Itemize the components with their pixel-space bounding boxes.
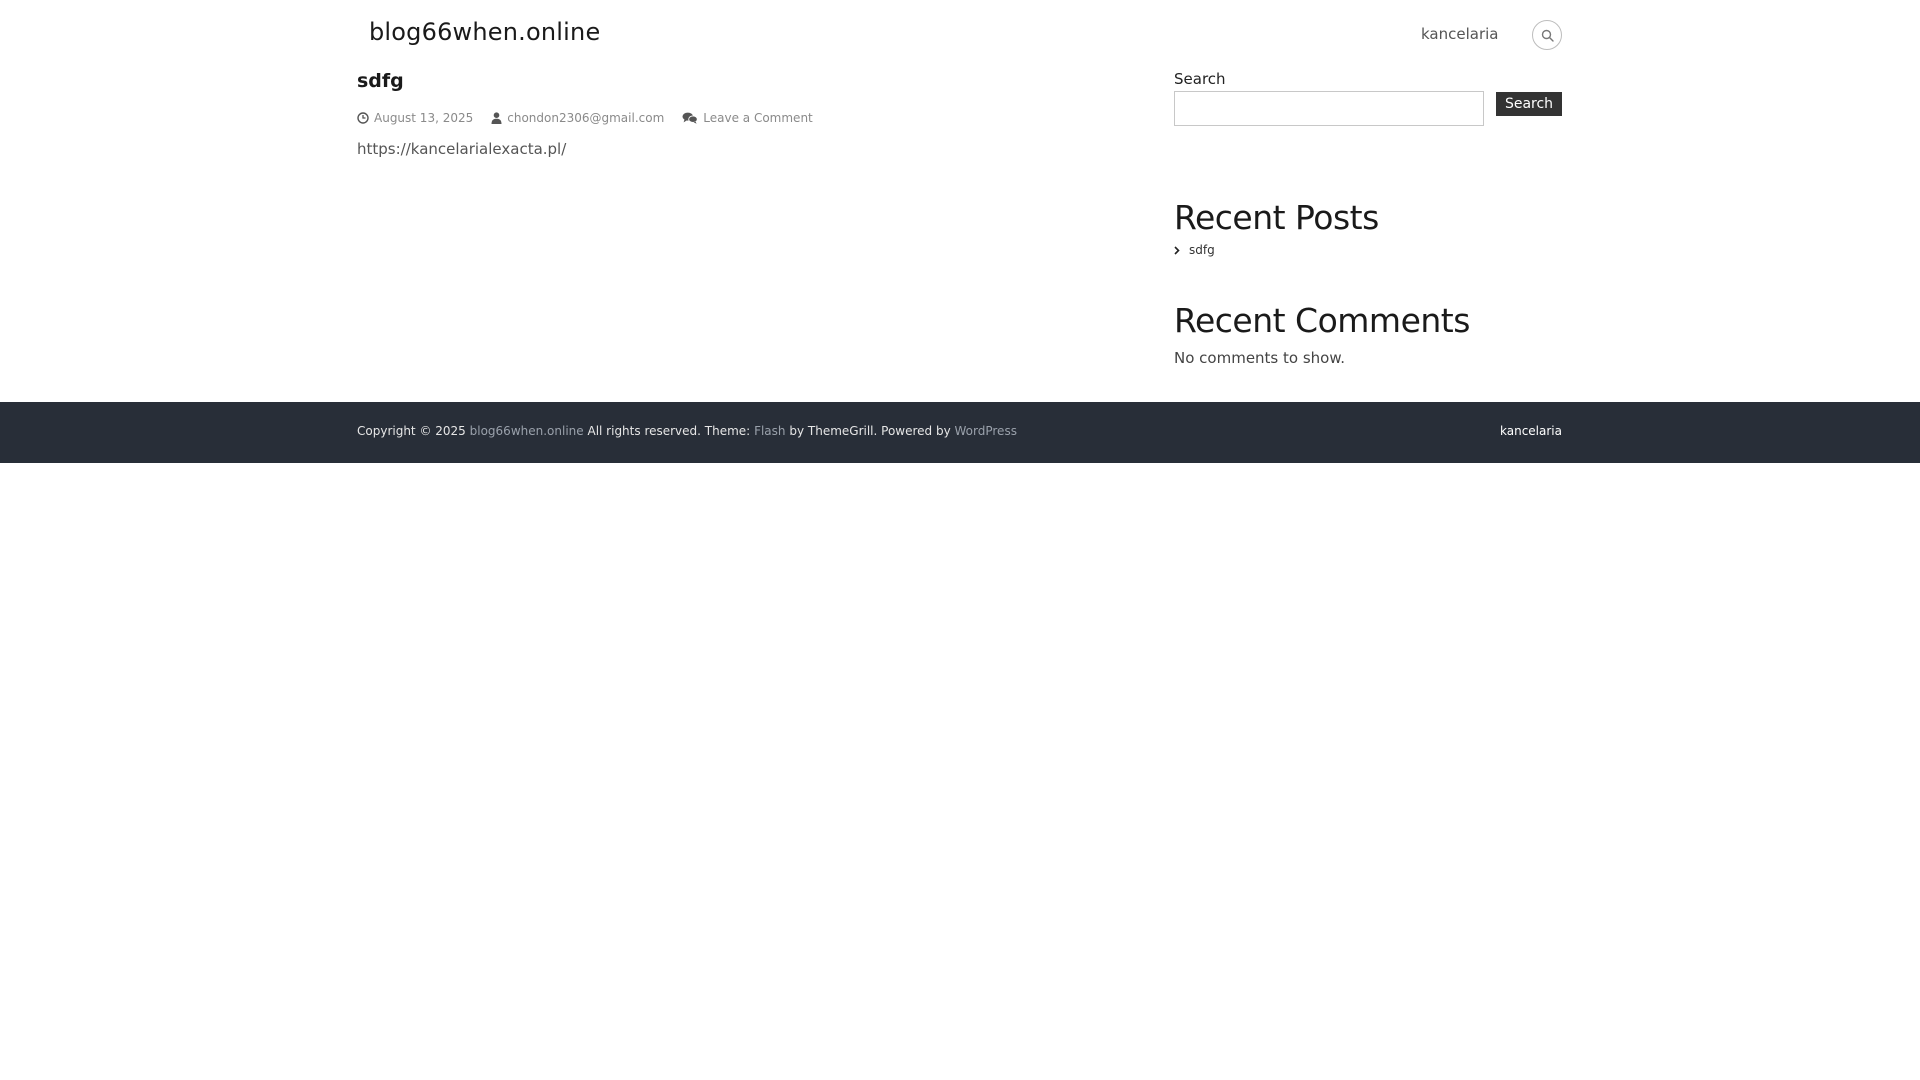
footer-site-link[interactable]: blog66when.online <box>470 424 584 438</box>
clock-icon <box>357 112 369 124</box>
by-themegrill-text: by ThemeGrill. Powered by <box>789 424 951 438</box>
site-footer: Copyright © 2025 blog66when.online All r… <box>0 402 1920 463</box>
footer-wordpress-link[interactable]: WordPress <box>955 424 1017 438</box>
footer-nav-item-kancelaria[interactable]: kancelaria <box>1500 424 1562 438</box>
post-content: https://kancelarialexacta.pl/ <box>357 140 567 158</box>
post-date: August 13, 2025 <box>357 111 473 125</box>
nav-item-kancelaria[interactable]: kancelaria <box>1421 25 1498 43</box>
footer-theme-link[interactable]: Flash <box>754 424 785 438</box>
search-input[interactable] <box>1174 91 1484 126</box>
site-header: blog66when.online kancelaria <box>0 0 1920 70</box>
search-toggle-button[interactable] <box>1532 20 1562 50</box>
post-author-link[interactable]: chondon2306@gmail.com <box>507 111 664 125</box>
recent-comments-heading: Recent Comments <box>1174 301 1470 340</box>
search-button[interactable]: Search <box>1496 92 1562 116</box>
post-author: chondon2306@gmail.com <box>491 111 664 125</box>
footer-copyright: Copyright © 2025 blog66when.online All r… <box>357 424 1017 438</box>
post-meta: August 13, 2025 chondon2306@gmail.com Le… <box>357 109 831 127</box>
recent-posts-heading: Recent Posts <box>1174 198 1379 237</box>
post-comments: Leave a Comment <box>682 111 813 125</box>
post-title: sdfg <box>357 70 404 92</box>
search-icon <box>1541 29 1554 42</box>
page: blog66when.online kancelaria sdfg August… <box>0 0 1920 1080</box>
site-title-link[interactable]: blog66when.online <box>369 18 600 46</box>
search-label: Search <box>1174 70 1226 88</box>
recent-post-item: sdfg <box>1174 243 1215 257</box>
user-icon <box>491 112 502 124</box>
leave-comment-link[interactable]: Leave a Comment <box>703 111 812 125</box>
recent-post-link[interactable]: sdfg <box>1189 243 1215 257</box>
chevron-right-icon <box>1174 245 1180 255</box>
comments-icon <box>682 112 699 124</box>
rights-text: All rights reserved. Theme: <box>587 424 751 438</box>
copyright-text: Copyright © 2025 <box>357 424 466 438</box>
no-comments-text: No comments to show. <box>1174 349 1345 367</box>
post-date-link[interactable]: August 13, 2025 <box>374 111 473 125</box>
